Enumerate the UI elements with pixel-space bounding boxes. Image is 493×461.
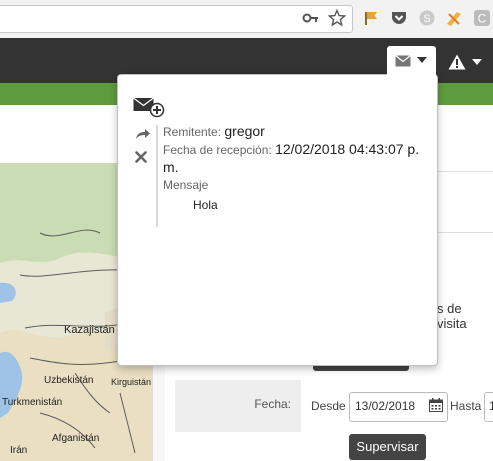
map-label-kirguistan: Kirguistán <box>111 377 151 387</box>
key-icon[interactable] <box>302 9 320 27</box>
svg-text:S: S <box>423 13 430 25</box>
calendar-icon[interactable] <box>429 398 443 412</box>
desde-label: Desde <box>311 399 346 413</box>
map-label-turkmenistan: Turkmenistán <box>2 397 62 408</box>
messages-dropdown-button[interactable] <box>387 46 436 83</box>
supervisar-button[interactable]: Supervisar <box>349 434 426 460</box>
envelope-icon <box>395 55 411 67</box>
forward-icon[interactable] <box>135 128 151 140</box>
map-label-afganistan: Afganistán <box>52 433 99 444</box>
visita-heading: s de visita <box>437 301 467 331</box>
compose-message-icon[interactable] <box>133 96 165 118</box>
fecha-recepcion-label: Fecha de recepción: <box>163 143 272 157</box>
chrome-c-icon[interactable]: C <box>473 9 491 27</box>
remitente-label: Remitente: <box>163 125 222 139</box>
mensaje-text: Hola <box>193 198 218 212</box>
map-label-kazajistan: Kazajistán <box>64 324 115 336</box>
browser-toolbar: S C <box>0 0 493 39</box>
message-details: Remitente: gregor Fecha de recepción: 12… <box>163 123 433 212</box>
caret-down-icon <box>417 57 427 63</box>
fecha-label: Fecha: <box>254 397 291 411</box>
hasta-date-value: 1 <box>489 399 493 413</box>
mensaje-label: Mensaje <box>163 178 209 192</box>
delete-icon[interactable] <box>135 151 147 163</box>
panel-table <box>437 171 493 233</box>
message-popup: Remitente: gregor Fecha de recepción: 12… <box>117 74 438 366</box>
message-divider <box>156 125 158 227</box>
svg-text:C: C <box>478 12 487 26</box>
star-icon[interactable] <box>328 9 346 27</box>
map-label-iran: Irán <box>10 445 27 456</box>
remitente-value: gregor <box>224 123 265 139</box>
pocket-icon[interactable] <box>390 9 408 27</box>
tag-icon[interactable] <box>445 9 463 27</box>
hasta-label: Hasta <box>450 399 482 413</box>
desde-date-value: 13/02/2018 <box>355 399 416 413</box>
alerts-dropdown-button[interactable] <box>446 52 486 74</box>
extension-flag-icon[interactable] <box>362 9 380 27</box>
address-bar[interactable] <box>0 5 353 33</box>
skype-icon[interactable]: S <box>418 9 436 27</box>
map-label-uzbekistan: Uzbekistán <box>44 375 93 386</box>
caret-down-icon <box>472 59 482 65</box>
warning-icon <box>448 54 466 70</box>
